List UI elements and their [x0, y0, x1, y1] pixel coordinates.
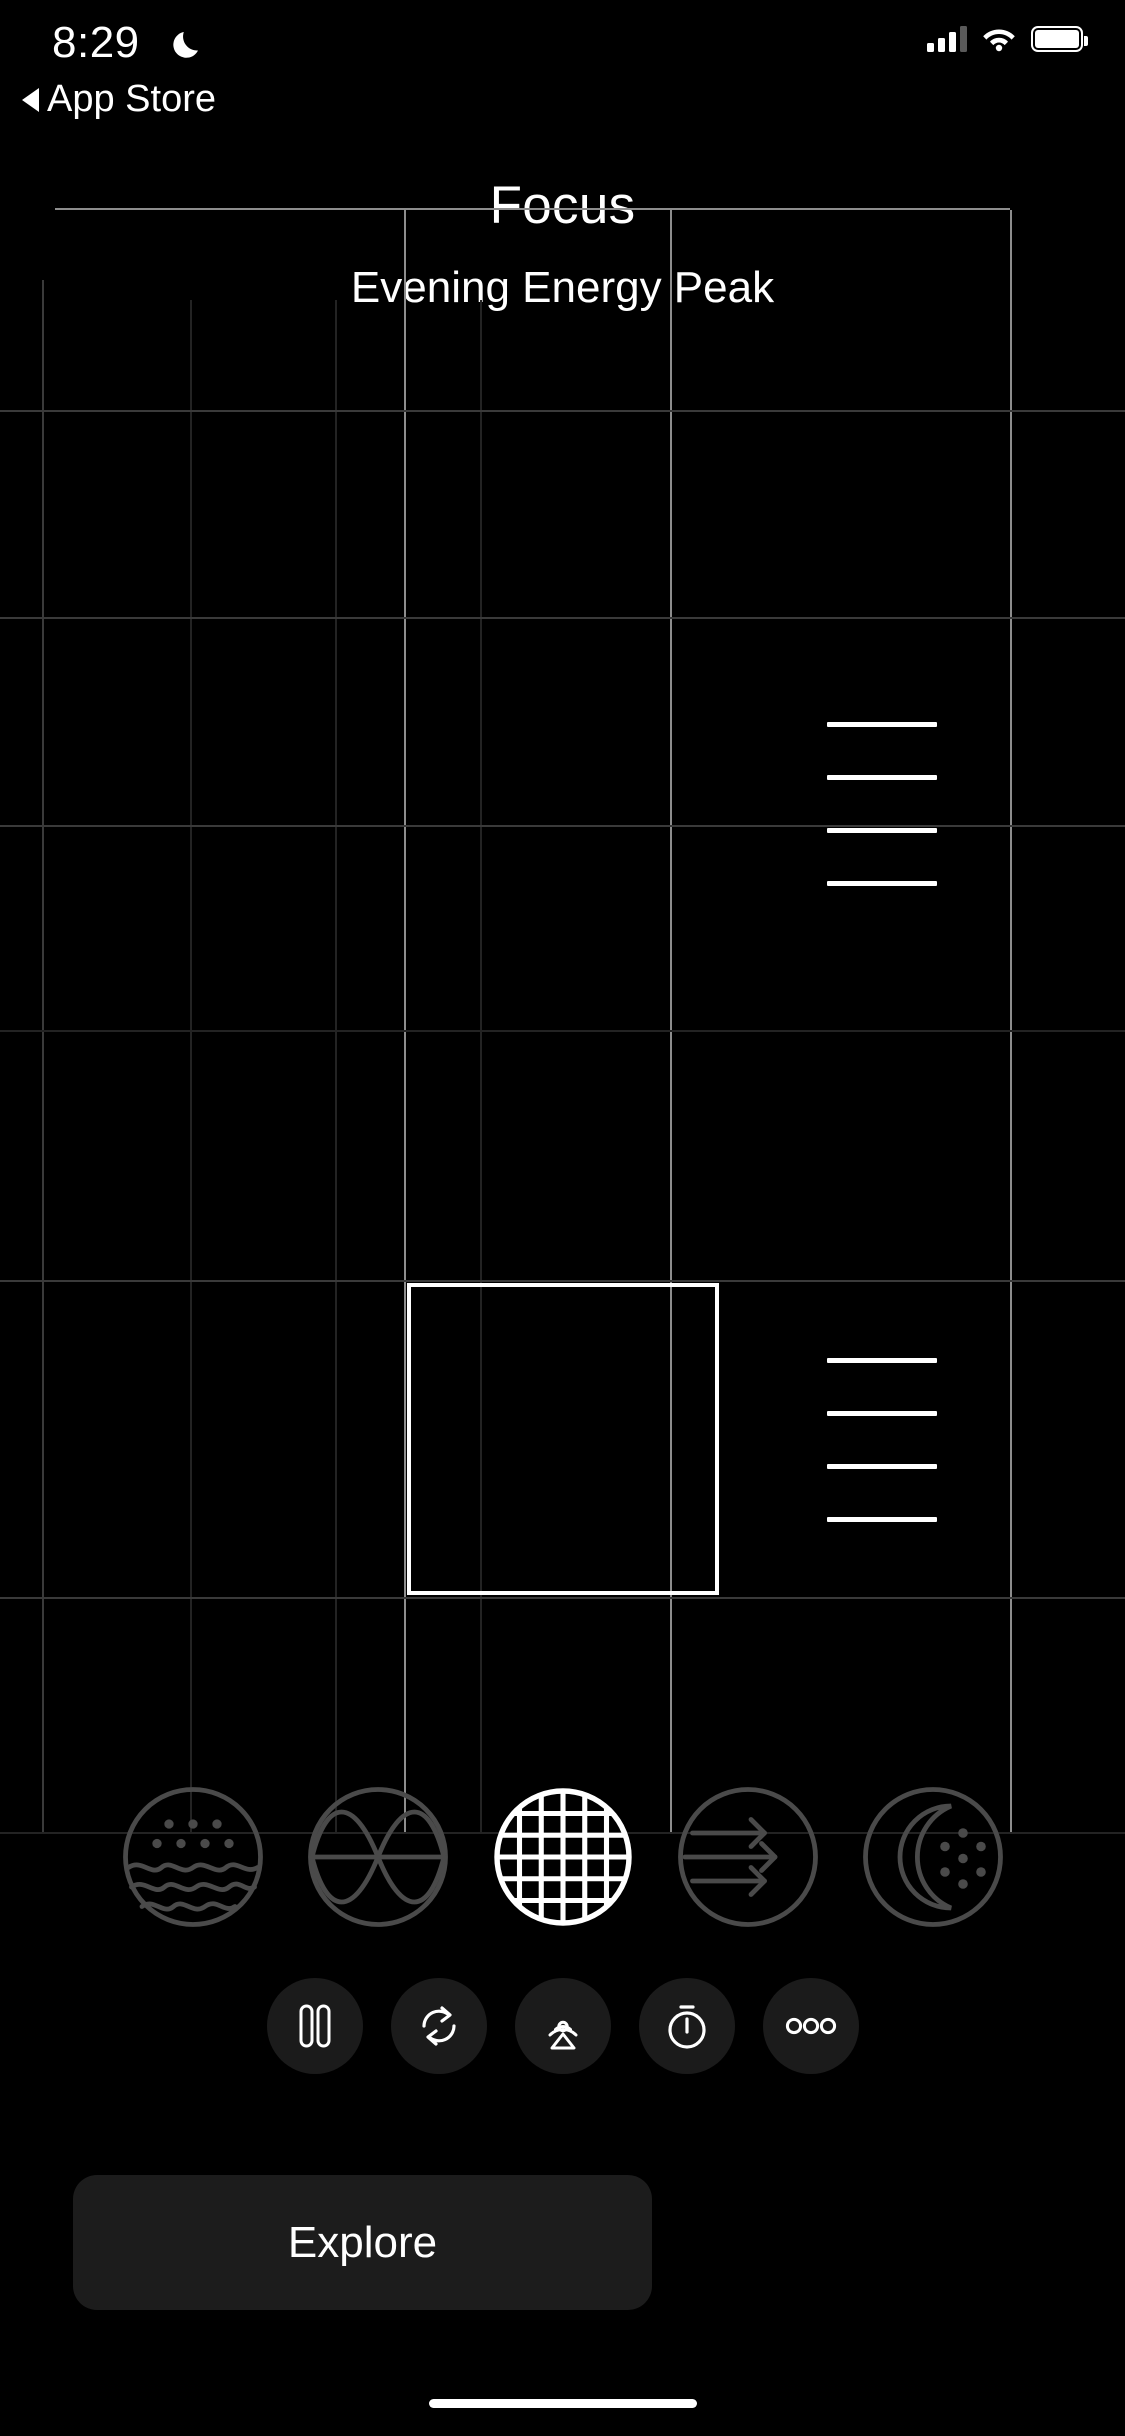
grid-line-vertical — [1010, 210, 1012, 1832]
airplay-button[interactable] — [514, 1978, 611, 2074]
stroke — [827, 722, 937, 727]
line-group-lower — [827, 1358, 937, 1522]
grid-line-horizontal — [0, 410, 1125, 412]
transport-controls — [0, 1978, 1125, 2074]
mode-selector — [0, 1782, 1125, 1932]
focus-visual-canvas[interactable] — [0, 0, 1125, 1870]
grid-line-horizontal — [0, 1280, 1125, 1282]
grid-line-vertical — [404, 210, 406, 1832]
explore-button-label: Explore — [287, 2217, 438, 2267]
grid-line-horizontal — [55, 208, 1010, 210]
grid-line-horizontal — [0, 825, 1125, 827]
more-icon — [785, 2017, 836, 2035]
explore-button[interactable]: Explore — [73, 2175, 652, 2310]
grid-line-horizontal — [0, 617, 1125, 619]
arrows-flow-icon[interactable] — [673, 1782, 823, 1932]
grid-line-vertical — [190, 300, 192, 1832]
loop-button[interactable] — [390, 1978, 487, 2074]
pause-button[interactable] — [266, 1978, 363, 2074]
timer-button[interactable] — [638, 1978, 735, 2074]
moon-stars-icon[interactable] — [858, 1782, 1008, 1932]
app-screen: 8:29 App Store Focus Evening Energy Peak — [0, 0, 1125, 2436]
stroke — [827, 828, 937, 833]
dots-over-waves-icon[interactable] — [118, 1782, 268, 1932]
more-button[interactable] — [762, 1978, 859, 2074]
home-indicator — [428, 2399, 697, 2408]
stroke — [827, 1464, 937, 1469]
pause-icon — [299, 2004, 330, 2048]
airplay-icon — [548, 2020, 577, 2050]
grid-line-vertical — [335, 300, 337, 1832]
grid-line-horizontal — [0, 1030, 1125, 1032]
grid-line-vertical — [42, 280, 44, 1832]
stroke — [827, 775, 937, 780]
focus-square — [407, 1283, 719, 1595]
stroke — [827, 1517, 937, 1522]
stroke — [827, 1411, 937, 1416]
loop-icon — [421, 2006, 456, 2046]
crossing-waves-icon[interactable] — [303, 1782, 453, 1932]
grid-sphere-icon[interactable] — [488, 1782, 638, 1932]
stroke — [827, 881, 937, 886]
grid-line-vertical — [480, 300, 482, 1832]
grid-line-horizontal — [0, 1597, 1125, 1599]
stroke — [827, 1358, 937, 1363]
timer-icon — [667, 2005, 706, 2049]
line-group-upper — [827, 722, 937, 886]
